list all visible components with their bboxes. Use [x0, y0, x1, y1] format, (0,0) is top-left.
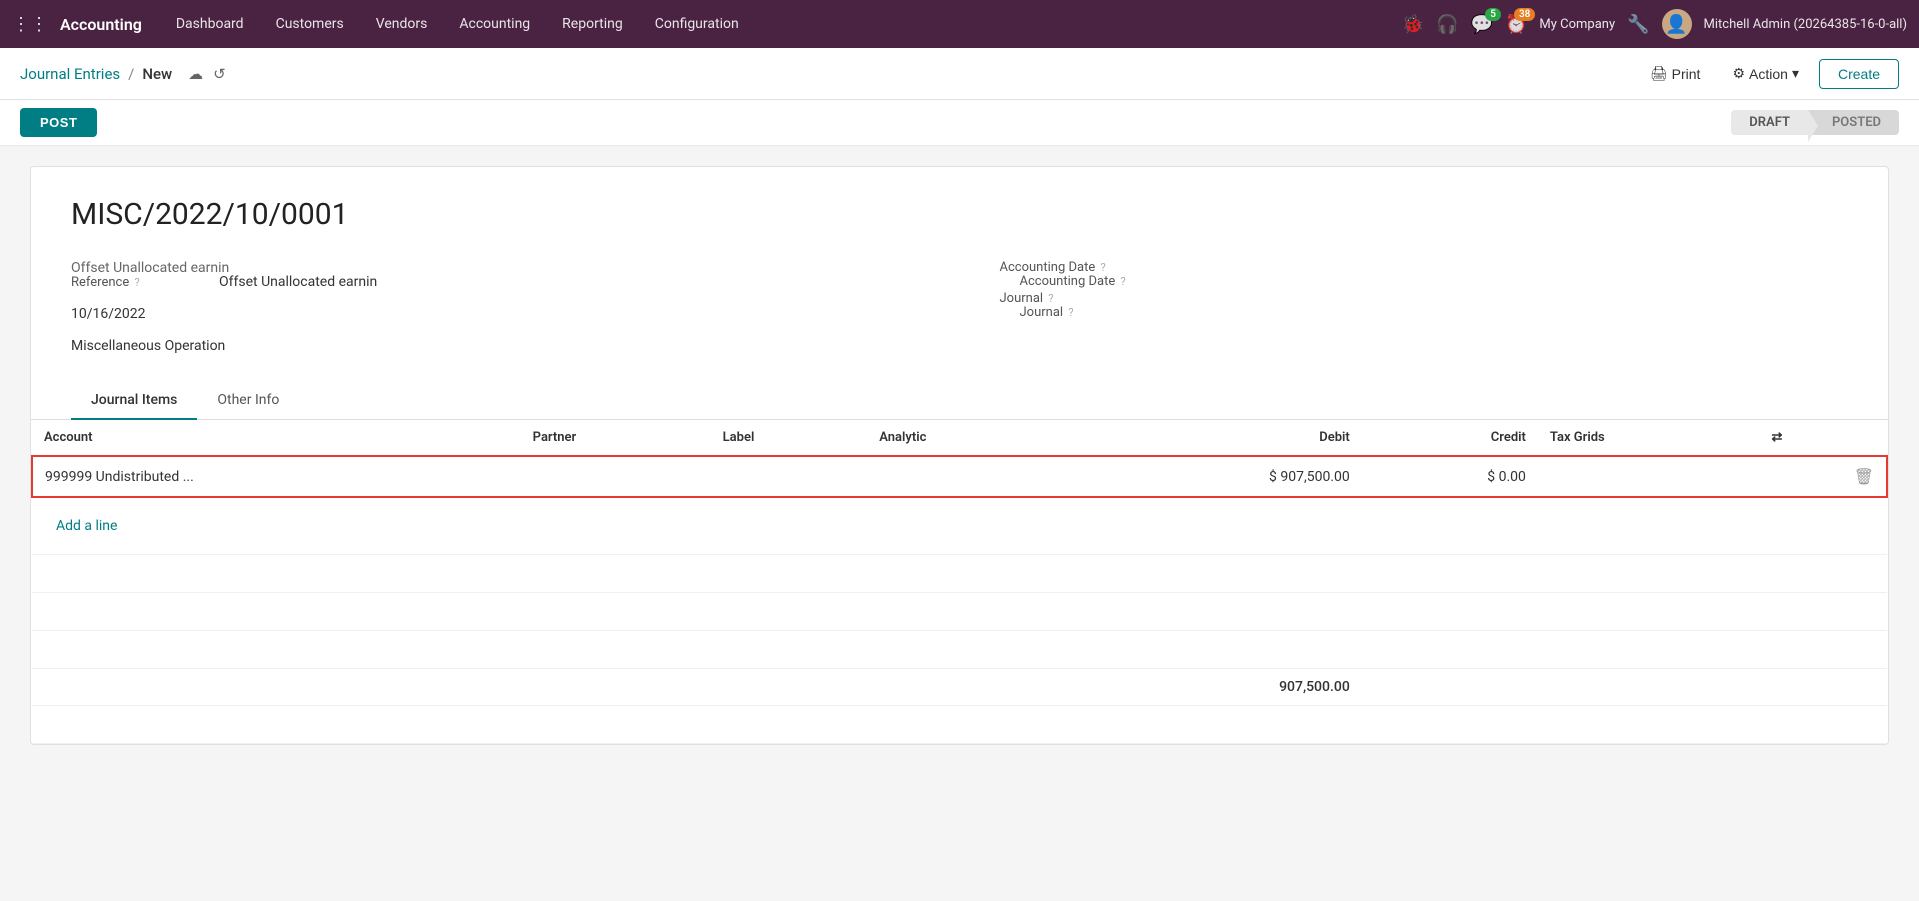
grid-icon[interactable]: ⋮⋮ [12, 14, 48, 35]
user-avatar[interactable]: 👤 [1662, 9, 1692, 39]
action-label: Action [1749, 66, 1788, 82]
cell-credit[interactable]: $ 0.00 [1362, 456, 1538, 497]
column-controls-icon[interactable]: ⇄ [1772, 430, 1783, 445]
cell-delete[interactable]: 🗑 [1760, 456, 1887, 497]
journal-label-right: Journal ? [1020, 305, 1160, 320]
breadcrumb-parent[interactable]: Journal Entries [20, 65, 120, 83]
create-button[interactable]: Create [1819, 59, 1899, 89]
col-partner: Partner [521, 420, 711, 456]
col-tax-grids: Tax Grids [1538, 420, 1760, 456]
form-card: MISC/2022/10/0001 Offset Unallocated ear… [30, 166, 1889, 745]
total-debit: 907,500.00 [1067, 669, 1362, 706]
breadcrumb-separator: / [128, 65, 134, 83]
empty-row-3 [32, 631, 1887, 669]
messages-icon[interactable]: 💬 5 [1471, 14, 1493, 35]
accounting-date-help-icon[interactable]: ? [1120, 275, 1125, 288]
tab-journal-items[interactable]: Journal Items [71, 382, 197, 420]
journal-value-display: Miscellaneous Operation [71, 338, 225, 354]
col-debit: Debit [1067, 420, 1362, 456]
journal-help-icon[interactable]: ? [1068, 306, 1073, 319]
add-line-row: Add a line [32, 497, 1887, 555]
user-name[interactable]: Mitchell Admin (20264385-16-0-all) [1704, 17, 1907, 32]
print-button[interactable]: 🖨 Print [1638, 59, 1713, 88]
empty-row-4 [32, 706, 1887, 744]
support-icon[interactable]: 🎧 [1436, 14, 1458, 35]
print-label: Print [1672, 66, 1701, 82]
col-analytic: Analytic [867, 420, 1067, 456]
nav-item-configuration[interactable]: Configuration [641, 10, 753, 38]
gear-icon: ⚙ [1732, 65, 1745, 82]
app-name[interactable]: Accounting [60, 15, 142, 34]
cell-label[interactable] [711, 456, 868, 497]
breadcrumb-bar: Journal Entries / New ☁ ↺ 🖨 Print ⚙ Acti… [0, 48, 1919, 100]
reference-help-icon[interactable]: ? [134, 276, 139, 289]
accounting-date-help[interactable]: ? [1100, 261, 1105, 274]
cell-account[interactable]: 999999 Undistributed ... [32, 456, 521, 497]
col-account: Account [32, 420, 521, 456]
cell-debit[interactable]: $ 907,500.00 [1067, 456, 1362, 497]
empty-row-2 [32, 593, 1887, 631]
tabs: Journal Items Other Info [31, 382, 1888, 420]
action-button[interactable]: ⚙ Action ▾ [1720, 59, 1811, 88]
cell-analytic[interactable] [867, 456, 1067, 497]
status-draft: DRAFT [1731, 110, 1808, 135]
nav-item-reporting[interactable]: Reporting [548, 10, 637, 38]
total-credit [1362, 669, 1538, 706]
reference-value-display[interactable]: Offset Unallocated earnin [219, 274, 377, 290]
tab-other-info[interactable]: Other Info [197, 382, 299, 420]
journal-items-table: Account Partner Label Analytic Debit Cre… [31, 420, 1888, 744]
action-bar: POST DRAFT POSTED [0, 100, 1919, 146]
chevron-down-icon: ▾ [1792, 65, 1799, 82]
top-navigation: ⋮⋮ Accounting Dashboard Customers Vendor… [0, 0, 1919, 48]
delete-row-icon[interactable]: 🗑 [1854, 467, 1874, 486]
cell-tax-grids[interactable] [1538, 456, 1760, 497]
date-value-display: 10/16/2022 [71, 306, 146, 322]
nav-item-accounting[interactable]: Accounting [445, 10, 544, 38]
wrench-icon[interactable]: 🔧 [1627, 14, 1649, 35]
empty-row-1 [32, 555, 1887, 593]
col-label: Label [711, 420, 868, 456]
record-title: MISC/2022/10/0001 [71, 197, 1848, 232]
nav-item-vendors[interactable]: Vendors [362, 10, 442, 38]
table-section: Account Partner Label Analytic Debit Cre… [31, 420, 1888, 744]
printer-icon: 🖨 [1650, 65, 1668, 82]
post-button[interactable]: POST [20, 108, 97, 137]
activity-icon[interactable]: ⏰ 38 [1505, 14, 1527, 35]
accounting-date-label-right: Accounting Date ? [1020, 274, 1160, 289]
refresh-icon[interactable]: ↺ [213, 65, 226, 83]
cell-partner[interactable] [521, 456, 711, 497]
nav-item-customers[interactable]: Customers [262, 10, 358, 38]
breadcrumb-icons: ☁ ↺ [188, 65, 226, 83]
cloud-save-icon[interactable]: ☁ [188, 65, 203, 83]
nav-item-dashboard[interactable]: Dashboard [162, 10, 258, 38]
nav-icons: 🐞 🎧 💬 5 ⏰ 38 My Company 🔧 👤 Mitchell Adm… [1402, 9, 1907, 39]
accounting-date-label: Accounting Date ? [1000, 260, 1160, 275]
status-bar: DRAFT POSTED [1731, 110, 1899, 135]
totals-row: 907,500.00 [32, 669, 1887, 706]
company-name[interactable]: My Company [1539, 17, 1615, 32]
messages-badge: 5 [1485, 8, 1501, 21]
add-line-button[interactable]: Add a line [44, 508, 129, 544]
main-content: MISC/2022/10/0001 Offset Unallocated ear… [0, 146, 1919, 895]
accounting-date-row: Accounting Date ? [1000, 260, 1849, 275]
activity-badge: 38 [1514, 8, 1535, 21]
status-posted: POSTED [1808, 110, 1899, 135]
table-row[interactable]: 999999 Undistributed ... $ 907,500.00 $ … [32, 456, 1887, 497]
reference-label-display: Reference ? [71, 275, 211, 290]
col-credit: Credit [1362, 420, 1538, 456]
table-header-row: Account Partner Label Analytic Debit Cre… [32, 420, 1887, 456]
breadcrumb-current: New [142, 65, 172, 83]
bug-icon[interactable]: 🐞 [1402, 14, 1424, 35]
col-controls: ⇄ [1760, 420, 1887, 456]
